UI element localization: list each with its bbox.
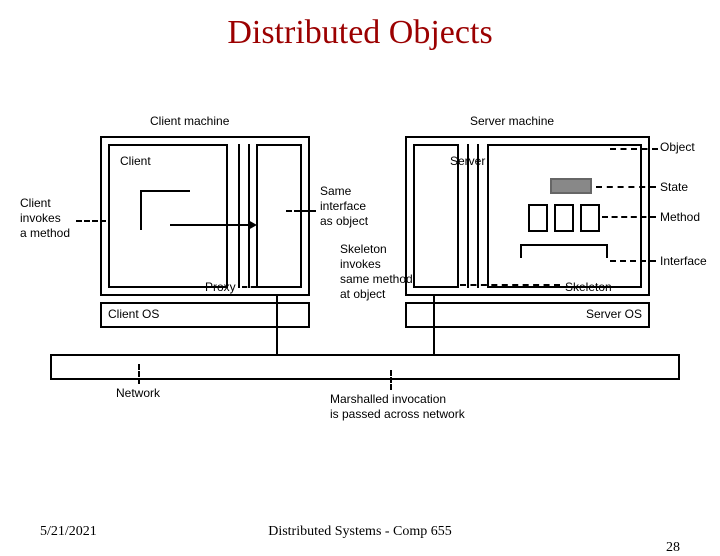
footer: 5/21/2021 Distributed Systems - Comp 655… (0, 524, 720, 540)
dash-proxy (242, 286, 256, 288)
footer-course: Distributed Systems - Comp 655 (0, 524, 720, 540)
label-same-interface: Same interface as object (320, 184, 368, 229)
state-block (550, 178, 592, 194)
skel-down-line (433, 296, 435, 354)
diagram-area: Client machine Server machine Client Ser… (20, 114, 700, 474)
label-client-os: Client OS (108, 307, 159, 322)
dash-skeleton (460, 284, 560, 286)
label-state: State (660, 180, 688, 195)
dash-client-invokes (76, 220, 106, 222)
label-proxy: Proxy (205, 280, 236, 295)
label-object: Object (660, 140, 695, 155)
label-server-machine: Server machine (470, 114, 554, 129)
dash-network (138, 364, 140, 384)
method-block-1 (528, 204, 548, 232)
client-rail-1 (238, 144, 240, 288)
label-method: Method (660, 210, 700, 225)
dash-same-iface (286, 210, 316, 212)
label-interface: Interface (660, 254, 707, 269)
method-block-2 (554, 204, 574, 232)
dash-method (602, 216, 656, 218)
client-bracket-top (140, 190, 190, 192)
interface-bracket-h (520, 244, 608, 246)
page-title: Distributed Objects (0, 14, 720, 52)
label-server: Server (450, 154, 485, 169)
dash-interface (610, 260, 656, 262)
dash-object (610, 148, 658, 150)
interface-bracket-l (520, 244, 522, 258)
label-skeleton: Skeleton (565, 280, 612, 295)
footer-page: 28 (666, 540, 680, 556)
proxy-box (256, 144, 302, 288)
label-network: Network (116, 386, 160, 401)
label-server-os: Server OS (586, 307, 642, 322)
footer-date: 5/21/2021 (40, 524, 97, 540)
client-bracket-side (140, 190, 142, 230)
dash-marshalled (390, 370, 392, 390)
client-rail-2 (248, 144, 250, 288)
label-client: Client (120, 154, 151, 169)
interface-bracket-r (606, 244, 608, 258)
label-marshalled: Marshalled invocation is passed across n… (330, 392, 465, 422)
method-block-3 (580, 204, 600, 232)
network-box (50, 354, 680, 380)
label-client-invokes: Client invokes a method (20, 196, 70, 241)
label-skeleton-invokes: Skeleton invokes same method at object (340, 242, 413, 302)
label-client-machine: Client machine (150, 114, 229, 129)
dash-state (596, 186, 656, 188)
client-to-proxy-arrow (248, 220, 257, 230)
client-to-proxy-line (170, 224, 250, 226)
proxy-down-line (276, 296, 278, 354)
